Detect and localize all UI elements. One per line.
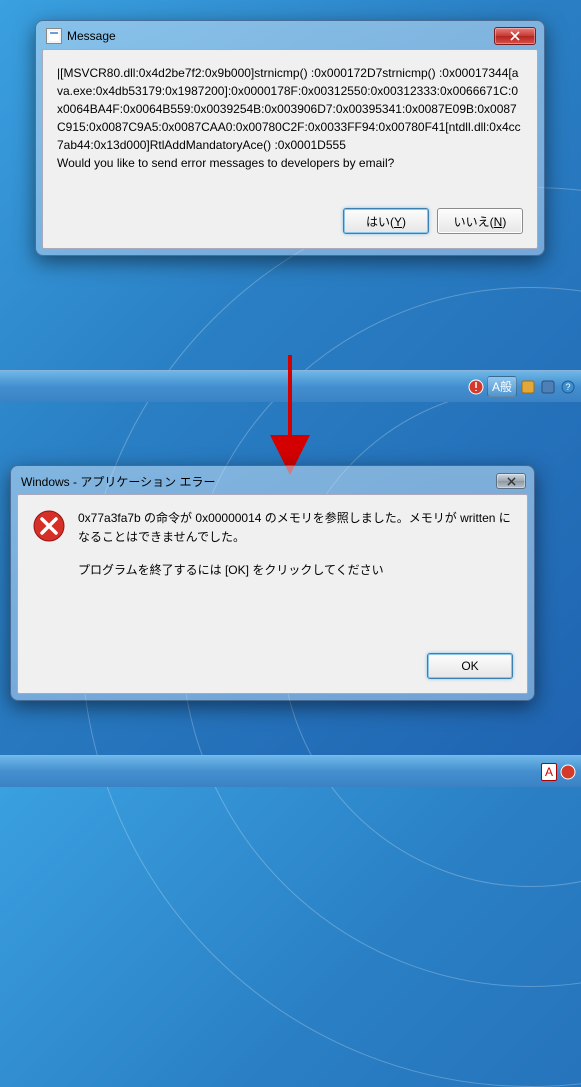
- message-dialog: Message |[MSVCR80.dll:0x4d2be7f2:0x9b000…: [35, 20, 545, 256]
- close-button[interactable]: [496, 473, 526, 489]
- tray-shield2-icon[interactable]: [559, 763, 577, 781]
- tray-a-badge[interactable]: A: [541, 763, 557, 781]
- error-line2: プログラムを終了するには [OK] をクリックしてください: [78, 561, 513, 580]
- yes-button[interactable]: はい(Y): [343, 208, 429, 234]
- no-label: いいえ(N): [454, 213, 507, 230]
- titlebar[interactable]: Windows - アプリケーション エラー: [17, 472, 528, 494]
- ok-button[interactable]: OK: [427, 653, 513, 679]
- ok-label: OK: [461, 659, 478, 673]
- tray-tool-icon[interactable]: [539, 378, 557, 396]
- taskbar-bottom: A: [0, 755, 581, 787]
- window-title: Message: [67, 29, 494, 43]
- tray-help-icon[interactable]: ?: [559, 378, 577, 396]
- window-title: Windows - アプリケーション エラー: [21, 473, 496, 490]
- titlebar[interactable]: Message: [42, 27, 538, 49]
- tray-shield-icon[interactable]: [467, 378, 485, 396]
- yes-label: はい(Y): [366, 213, 406, 230]
- message-body: |[MSVCR80.dll:0x4d2be7f2:0x9b000]strnicm…: [57, 64, 523, 194]
- no-button[interactable]: いいえ(N): [437, 208, 523, 234]
- app-error-dialog: Windows - アプリケーション エラー 0x77a3fa7b の命令が 0…: [10, 465, 535, 701]
- ime-label: A般: [492, 378, 512, 395]
- close-button[interactable]: [494, 27, 536, 45]
- svg-text:?: ?: [565, 382, 570, 392]
- taskbar-upper: A般 ?: [0, 370, 581, 402]
- ime-indicator[interactable]: A般: [487, 376, 517, 397]
- close-icon: [510, 31, 520, 41]
- tray-caps-icon[interactable]: [519, 378, 537, 396]
- close-icon: [507, 477, 516, 486]
- error-line1: 0x77a3fa7b の命令が 0x00000014 のメモリを参照しました。メ…: [78, 509, 513, 547]
- window-icon: [46, 28, 62, 44]
- error-icon: [32, 509, 66, 546]
